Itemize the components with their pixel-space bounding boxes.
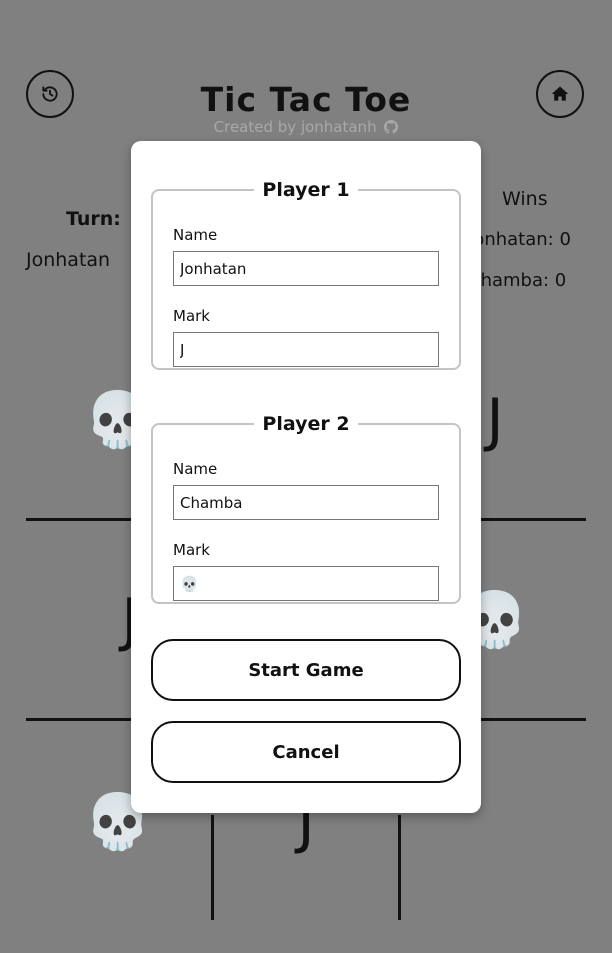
- page-title: Tic Tac Toe: [200, 80, 412, 119]
- wins-label: Wins: [502, 188, 548, 210]
- player-2-name-input[interactable]: [173, 485, 439, 520]
- player-setup-dialog: Player 1 Name Mark Player 2 Name Mark St…: [131, 141, 481, 813]
- home-icon: [551, 86, 569, 101]
- player-1-mark-label: Mark: [173, 307, 210, 325]
- github-icon[interactable]: [384, 120, 399, 134]
- page-subtitle: Created by jonhatanh: [0, 118, 612, 136]
- score-player-2: Chamba: 0: [468, 270, 567, 291]
- board-line-vertical-1: [211, 815, 214, 920]
- player-1-mark-input[interactable]: [173, 332, 439, 367]
- cancel-button[interactable]: Cancel: [151, 721, 461, 783]
- start-game-button[interactable]: Start Game: [151, 639, 461, 701]
- player-1-name-label: Name: [173, 226, 218, 244]
- player-2-mark-input[interactable]: [173, 566, 439, 601]
- subtitle-text: Created by jonhatanh: [213, 118, 377, 136]
- current-player: Jonhatan: [26, 249, 111, 271]
- score-player-1: Jonhatan: 0: [468, 229, 571, 250]
- player-2-name-label: Name: [173, 460, 218, 478]
- player-1-fieldset: Player 1 Name Mark: [151, 179, 461, 370]
- player-2-legend: Player 2: [262, 413, 350, 435]
- player-1-legend: Player 1: [262, 179, 350, 201]
- turn-label: Turn:: [66, 208, 121, 230]
- player-1-name-input[interactable]: [173, 251, 439, 286]
- home-button[interactable]: [536, 70, 584, 118]
- player-2-fieldset: Player 2 Name Mark: [151, 413, 461, 604]
- board-line-vertical-2: [398, 815, 401, 920]
- player-2-mark-label: Mark: [173, 541, 210, 559]
